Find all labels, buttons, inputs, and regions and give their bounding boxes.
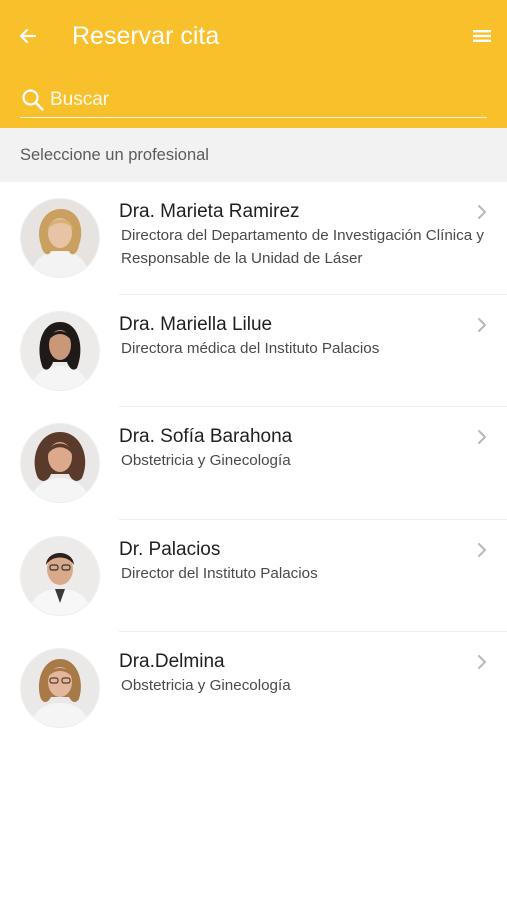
back-button[interactable] <box>14 22 42 50</box>
chevron-right-icon <box>474 540 490 560</box>
professional-name: Dra.Delmina <box>119 651 225 672</box>
avatar <box>21 649 99 727</box>
page-title: Reservar cita <box>72 22 220 50</box>
avatar <box>21 199 99 277</box>
list-item[interactable]: Dra. Sofía Barahona Obstetricia y Gineco… <box>0 407 507 520</box>
list-item[interactable]: Dra.Delmina Obstetricia y Ginecología <box>0 632 507 745</box>
list-item[interactable]: Dra. Mariella Lilue Directora médica del… <box>0 295 507 407</box>
professional-role: Obstetricia y Ginecología <box>121 677 291 694</box>
avatar <box>21 424 99 502</box>
chevron-right-icon <box>474 652 490 672</box>
professional-name: Dra. Marieta Ramirez <box>119 201 300 222</box>
avatar <box>21 536 99 615</box>
menu-button[interactable] <box>468 24 496 48</box>
section-header: Seleccione un profesional <box>0 128 507 182</box>
list-item[interactable]: Dr. Palacios Director del Instituto Pala… <box>0 520 507 632</box>
search-icon <box>20 87 46 113</box>
professional-role: Directora del Departamento de Investigac… <box>121 227 484 267</box>
professional-name: Dr. Palacios <box>119 538 221 560</box>
search-bar <box>20 82 487 118</box>
professional-role: Directora médica del Instituto Palacios <box>121 339 380 357</box>
search-input[interactable] <box>46 83 487 116</box>
professional-role: Obstetricia y Ginecología <box>121 452 291 469</box>
professional-role: Director del Instituto Palacios <box>121 564 318 582</box>
list-item[interactable]: Dra. Marieta Ramirez Directora del Depar… <box>0 182 507 295</box>
professional-name: Dra. Mariella Lilue <box>119 313 273 335</box>
chevron-right-icon <box>474 202 490 222</box>
professional-list: Dra. Marieta Ramirez Directora del Depar… <box>0 182 507 745</box>
avatar <box>21 311 99 390</box>
chevron-right-icon <box>474 427 490 447</box>
chevron-right-icon <box>474 315 490 335</box>
hamburger-menu-icon <box>473 30 491 42</box>
app-header: Reservar cita <box>0 0 507 128</box>
arrow-left-icon <box>19 28 37 44</box>
professional-name: Dra. Sofía Barahona <box>119 426 293 447</box>
